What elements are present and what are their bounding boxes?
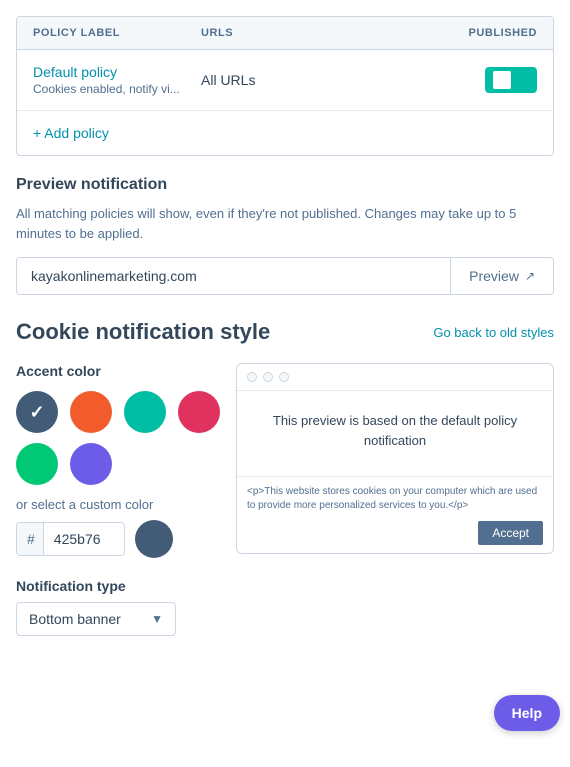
color-swatch-orange[interactable] [70,391,112,433]
published-toggle[interactable]: ✓ [485,67,537,93]
preview-url-input[interactable] [17,258,450,294]
chevron-down-icon: ▼ [151,612,163,626]
color-swatch-purple[interactable] [70,443,112,485]
widget-titlebar [237,364,553,391]
color-options [16,391,220,485]
notification-preview-widget: This preview is based on the default pol… [236,363,554,554]
cookie-style-section: Cookie notification style Go back to old… [0,295,570,636]
color-swatch-teal[interactable] [124,391,166,433]
preview-notification-section: Preview notification All matching polici… [0,156,570,295]
cookie-style-title: Cookie notification style [16,319,270,345]
preview-button[interactable]: Preview ↗ [450,258,553,294]
toggle-box [493,71,511,89]
hex-input-wrapper: # [16,522,125,556]
help-button[interactable]: Help [494,695,560,731]
widget-footer: <p>This website stores cookies on your c… [237,476,553,553]
policy-name[interactable]: Default policy [33,64,201,80]
hex-color-input[interactable] [44,523,124,555]
external-link-icon: ↗ [525,269,535,283]
toggle-checkmark: ✓ [517,72,529,89]
policy-info: Default policy Cookies enabled, notify v… [33,64,201,96]
cookie-style-body: Accent color or select a custom color # [16,363,554,558]
titlebar-dot-3 [279,372,289,382]
titlebar-dot-2 [263,372,273,382]
color-swatch-pink[interactable] [178,391,220,433]
accent-color-label: Accent color [16,363,220,379]
color-swatch-dark[interactable] [16,391,58,433]
dropdown-selected: Bottom banner [29,611,141,627]
custom-color-label: or select a custom color [16,497,220,512]
go-back-link[interactable]: Go back to old styles [433,325,554,340]
policy-label-header: POLICY LABEL [33,27,201,39]
preview-button-label: Preview [469,268,519,284]
published-header: PUBLISHED [369,27,537,39]
color-swatch-green[interactable] [16,443,58,485]
color-row-1 [16,391,220,433]
policy-urls: All URLs [201,72,369,88]
widget-preview-text: This preview is based on the default pol… [251,411,539,450]
accept-row: Accept [247,521,543,545]
widget-code-text: <p>This website stores cookies on your c… [247,485,543,513]
notification-type-section: Notification type Bottom banner ▼ [16,578,554,636]
policy-description: Cookies enabled, notify vi... [33,82,201,96]
cookie-style-header: Cookie notification style Go back to old… [16,319,554,345]
table-row: Default policy Cookies enabled, notify v… [17,50,553,111]
preview-notification-title: Preview notification [16,176,554,194]
add-policy-row: + Add policy [17,111,553,155]
accept-button[interactable]: Accept [478,521,543,545]
add-policy-link[interactable]: + Add policy [33,125,109,141]
widget-body: This preview is based on the default pol… [237,391,553,476]
notification-type-label: Notification type [16,578,554,594]
urls-header: URLS [201,27,369,39]
titlebar-dot-1 [247,372,257,382]
notification-type-dropdown[interactable]: Bottom banner ▼ [16,602,176,636]
table-header: POLICY LABEL URLS PUBLISHED [17,17,553,50]
custom-color-preview[interactable] [135,520,173,558]
color-row-2 [16,443,220,485]
hex-hash-symbol: # [17,523,44,555]
preview-widget-column: This preview is based on the default pol… [236,363,554,554]
policy-table: POLICY LABEL URLS PUBLISHED Default poli… [16,16,554,156]
color-column: Accent color or select a custom color # [16,363,220,558]
preview-notification-desc: All matching policies will show, even if… [16,204,554,243]
custom-color-row: # [16,520,220,558]
preview-url-row: Preview ↗ [16,257,554,295]
published-cell: ✓ [369,67,537,93]
